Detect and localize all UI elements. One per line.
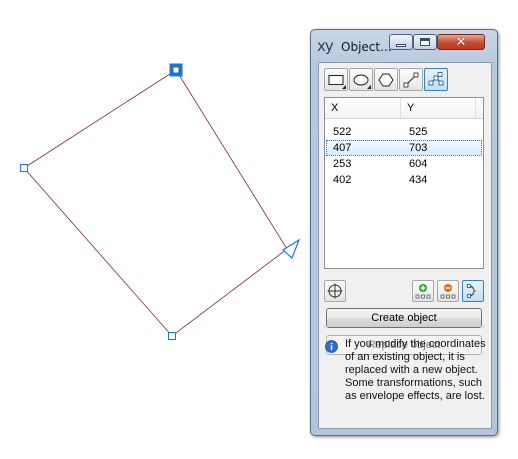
table-row[interactable]: 253 604 xyxy=(326,156,482,172)
minimize-icon xyxy=(396,43,406,47)
cell-y: 703 xyxy=(409,142,428,154)
cell-x: 522 xyxy=(333,126,352,138)
line-tool-button[interactable] xyxy=(399,68,423,91)
create-object-button[interactable]: Create object xyxy=(326,308,482,328)
list-header: X Y xyxy=(325,98,483,119)
cell-y: 604 xyxy=(409,158,428,170)
node-handle[interactable] xyxy=(168,332,176,340)
info-separator xyxy=(323,326,485,327)
table-row[interactable]: 522 525 xyxy=(326,124,482,140)
close-icon: ✕ xyxy=(455,34,467,50)
table-row-selected[interactable]: 407 703 xyxy=(326,140,482,156)
coordinates-list[interactable]: X Y 522 525 407 703 253 604 402 434 xyxy=(324,97,484,269)
table-row[interactable]: 402 434 xyxy=(326,172,482,188)
rectangle-icon xyxy=(328,74,344,85)
drawing-canvas[interactable] xyxy=(0,0,310,459)
info-message: If you modify the coordinates of an exis… xyxy=(345,338,486,402)
close-button[interactable]: ✕ xyxy=(437,34,485,50)
crosshair-icon xyxy=(327,283,343,299)
delete-node-button[interactable] xyxy=(437,280,459,302)
xy-app-icon: xy xyxy=(317,37,334,55)
close-path-button[interactable] xyxy=(462,280,484,302)
cell-x: 253 xyxy=(333,158,352,170)
ellipse-tool-button[interactable] xyxy=(349,68,373,91)
object-coordinates-window: xy Object... ✕ X Y 522 525 407 703 253 6… xyxy=(310,29,498,436)
info-icon xyxy=(325,340,338,353)
column-header-y[interactable]: Y xyxy=(407,102,414,114)
cell-x: 402 xyxy=(333,174,352,186)
object-outline[interactable] xyxy=(23,69,288,337)
rectangle-tool-button[interactable] xyxy=(324,68,348,91)
add-node-icon xyxy=(415,284,431,299)
maximize-icon xyxy=(420,38,430,46)
curve-tool-button[interactable] xyxy=(424,68,448,91)
direction-arrow-icon xyxy=(282,238,301,260)
column-separator xyxy=(400,98,401,118)
add-node-button[interactable] xyxy=(412,280,434,302)
flyout-arrow-icon xyxy=(342,85,346,89)
cell-y: 434 xyxy=(409,174,428,186)
delete-node-icon xyxy=(440,284,456,299)
cell-x: 407 xyxy=(333,142,352,154)
selected-node-handle-inner xyxy=(172,66,180,74)
column-separator xyxy=(475,98,476,118)
curve-node-icon xyxy=(428,71,444,85)
title-bar[interactable]: xy Object... ✕ xyxy=(311,30,497,62)
cell-y: 525 xyxy=(409,126,428,138)
flyout-arrow-icon xyxy=(367,85,371,89)
close-path-icon xyxy=(467,284,476,298)
column-header-x[interactable]: X xyxy=(331,102,338,114)
node-handle[interactable] xyxy=(20,164,28,172)
polygon-tool-button[interactable] xyxy=(374,68,398,91)
maximize-button[interactable] xyxy=(413,34,437,50)
minimize-button[interactable] xyxy=(389,34,413,50)
window-content: X Y 522 525 407 703 253 604 402 434 Crea… xyxy=(318,62,492,429)
window-title: Object... xyxy=(341,40,392,54)
pick-point-button[interactable] xyxy=(324,280,346,302)
ellipse-icon xyxy=(353,74,369,85)
polygon-icon xyxy=(378,73,394,86)
line-icon xyxy=(403,72,419,87)
